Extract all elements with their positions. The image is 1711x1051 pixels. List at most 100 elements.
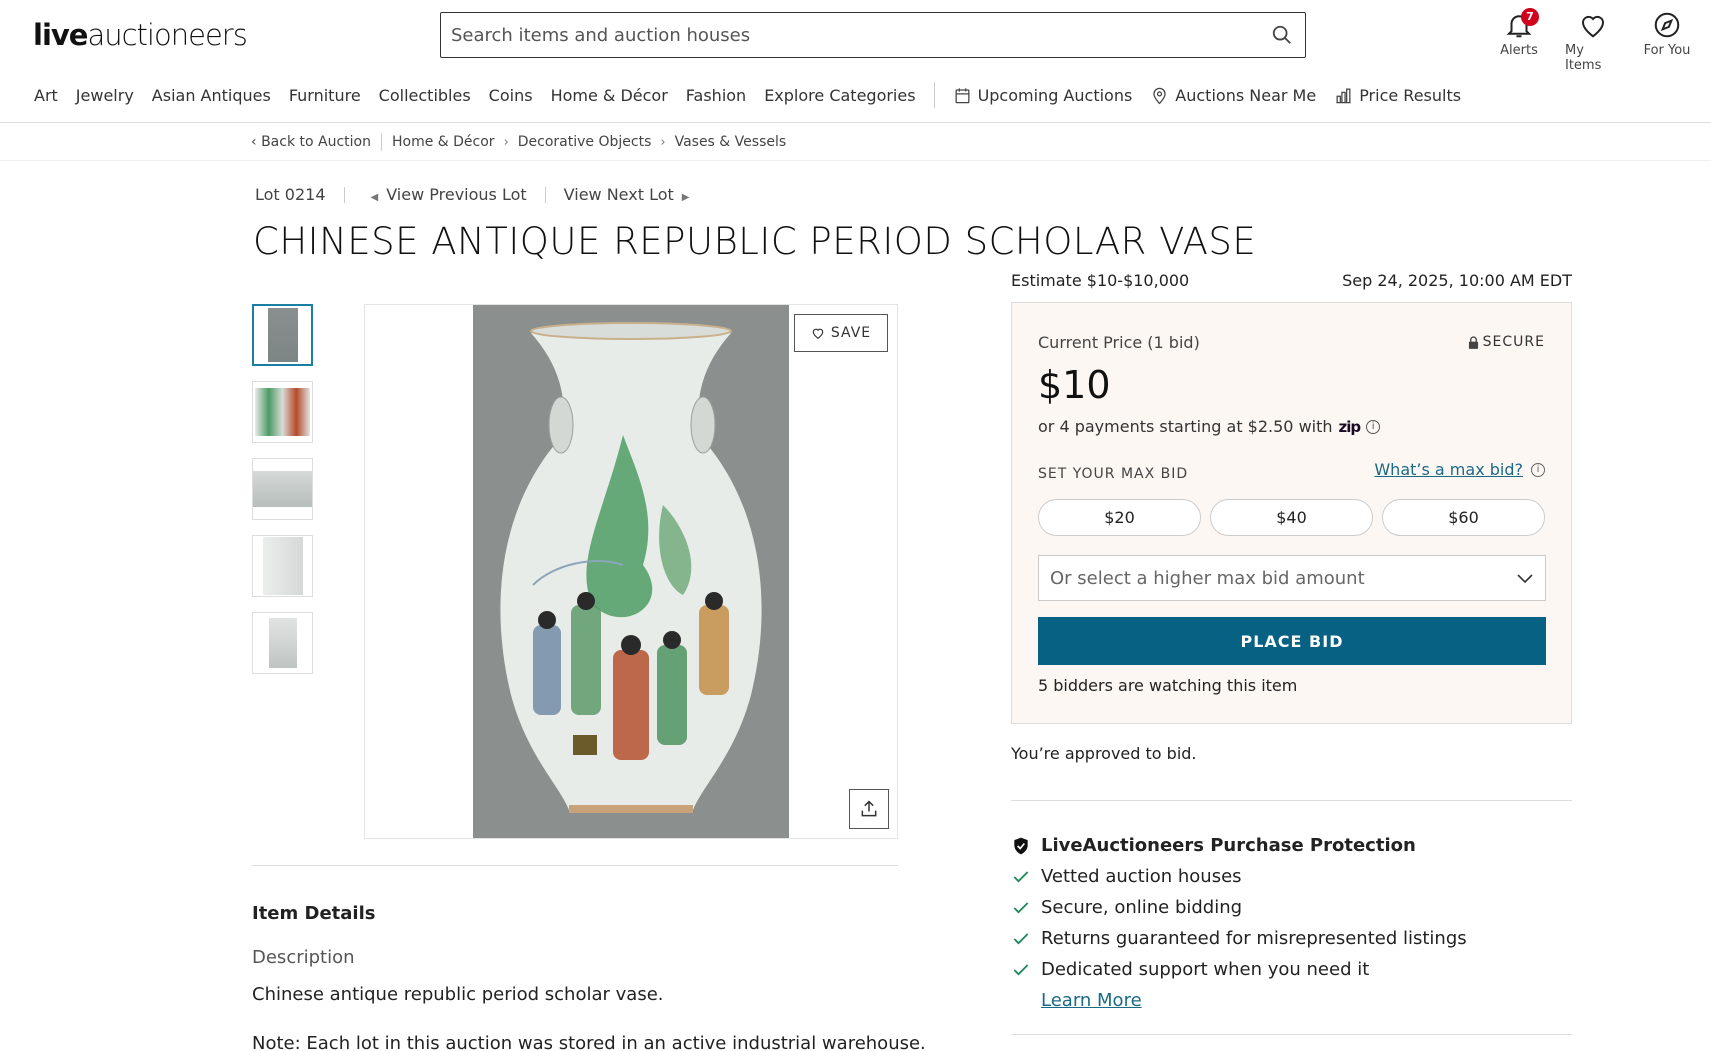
- protection-item: Secure, online bidding: [1011, 892, 1467, 923]
- site-header: liveauctioneers 7 Alerts My Items For Yo…: [0, 0, 1711, 73]
- protection-item: Dedicated support when you need it: [1011, 954, 1467, 985]
- bid-panel: Current Price (1 bid) SECURE $10 or 4 pa…: [1011, 302, 1572, 724]
- nav-item-home-decor[interactable]: Home & Décor: [551, 86, 668, 105]
- nav-near-me-label: Auctions Near Me: [1175, 85, 1317, 105]
- site-logo[interactable]: liveauctioneers: [33, 18, 248, 52]
- alerts-label: Alerts: [1500, 43, 1538, 58]
- bid-amount-button[interactable]: $60: [1382, 499, 1545, 536]
- search-icon[interactable]: [1271, 24, 1293, 46]
- breadcrumb-decorative-objects[interactable]: Decorative Objects: [518, 134, 652, 150]
- shield-check-icon: [1014, 837, 1028, 854]
- place-bid-button[interactable]: PLACE BID: [1038, 617, 1546, 665]
- zip-text: or 4 payments starting at $2.50 with: [1038, 417, 1333, 436]
- chevron-right-icon: ›: [660, 134, 666, 150]
- section-divider: [1011, 800, 1572, 801]
- share-icon: [861, 800, 877, 817]
- save-label: SAVE: [830, 325, 872, 341]
- what-max-bid-link[interactable]: What’s a max bid? i: [1374, 460, 1545, 479]
- protection-item: Vetted auction houses: [1011, 861, 1467, 892]
- triangle-left-icon: ◀: [370, 192, 379, 203]
- next-lot-link[interactable]: View Next Lot ▶: [564, 185, 698, 204]
- lot-navigation: Lot 0214 ◀ View Previous Lot View Next Lo…: [255, 185, 697, 204]
- max-bid-label: SET YOUR MAX BID: [1038, 466, 1189, 482]
- lock-icon: [1468, 335, 1478, 349]
- nav-item-fashion[interactable]: Fashion: [686, 86, 746, 105]
- nav-upcoming-auctions[interactable]: Upcoming Auctions: [953, 85, 1133, 105]
- nav-item-asian-antiques[interactable]: Asian Antiques: [152, 86, 271, 105]
- calendar-icon: [955, 87, 970, 103]
- my-items-button[interactable]: My Items: [1565, 10, 1621, 73]
- nav-item-collectibles[interactable]: Collectibles: [379, 86, 471, 105]
- description-label: Description: [252, 947, 355, 968]
- learn-more-link[interactable]: Learn More: [1041, 990, 1142, 1011]
- watching-count: 5 bidders are watching this item: [1038, 676, 1298, 695]
- vase-photo: [473, 305, 789, 838]
- search-input[interactable]: [441, 13, 1241, 57]
- for-you-label: For You: [1643, 43, 1691, 58]
- approved-message: You’re approved to bid.: [1011, 744, 1197, 763]
- protection-item: Returns guaranteed for misrepresented li…: [1011, 923, 1467, 954]
- section-divider: [1011, 1034, 1572, 1035]
- gallery-divider: [252, 865, 898, 866]
- zip-logo: zip: [1338, 417, 1362, 436]
- breadcrumb: ‹ Back to Auction Home & Décor › Decorat…: [251, 133, 786, 151]
- nav-item-jewelry[interactable]: Jewelry: [76, 86, 134, 105]
- previous-lot-link[interactable]: ◀ View Previous Lot: [363, 185, 527, 204]
- lot-title: CHINESE ANTIQUE REPUBLIC PERIOD SCHOLAR …: [253, 220, 1257, 263]
- main-image-viewer[interactable]: SAVE: [364, 304, 898, 839]
- max-bid-select-placeholder: Or select a higher max bid amount: [1050, 567, 1365, 589]
- info-icon[interactable]: i: [1366, 419, 1381, 434]
- description-note: Note: Each lot in this auction was store…: [252, 1033, 926, 1051]
- check-icon: [1013, 932, 1029, 944]
- vase-illustration: [473, 305, 789, 838]
- share-button[interactable]: [849, 789, 889, 829]
- for-you-button[interactable]: For You: [1639, 10, 1695, 73]
- nav-divider: [933, 82, 935, 108]
- my-items-label: My Items: [1565, 43, 1602, 73]
- item-details-heading: Item Details: [252, 903, 376, 924]
- quick-bid-amounts: $20 $40 $60: [1038, 499, 1545, 536]
- description-text: Chinese antique republic period scholar …: [252, 984, 664, 1005]
- breadcrumb-bar: ‹ Back to Auction Home & Décor › Decorat…: [0, 123, 1711, 161]
- thumbnail[interactable]: [252, 381, 313, 443]
- breadcrumb-home-decor[interactable]: Home & Décor: [392, 134, 495, 150]
- estimate: Estimate $10-$10,000: [1011, 271, 1190, 290]
- nav-upcoming-label: Upcoming Auctions: [977, 85, 1133, 105]
- breadcrumb-vases-vessels[interactable]: Vases & Vessels: [675, 134, 787, 150]
- nav-item-explore-categories[interactable]: Explore Categories: [764, 86, 915, 105]
- nav-item-furniture[interactable]: Furniture: [289, 86, 361, 105]
- thumbnail[interactable]: [252, 304, 313, 366]
- thumbnail[interactable]: [252, 535, 313, 597]
- nav-price-results-label: Price Results: [1359, 85, 1462, 105]
- bar-chart-icon: [1336, 88, 1351, 103]
- info-icon: i: [1531, 462, 1545, 477]
- purchase-protection: LiveAuctioneers Purchase Protection Vett…: [1011, 830, 1467, 1016]
- thumbnail-strip: [252, 304, 313, 689]
- back-to-auction-link[interactable]: ‹ Back to Auction: [251, 134, 371, 150]
- search-bar[interactable]: [440, 12, 1306, 58]
- heart-icon: [812, 328, 824, 339]
- nav-auctions-near-me[interactable]: Auctions Near Me: [1150, 86, 1316, 105]
- protection-title-row: LiveAuctioneers Purchase Protection: [1011, 830, 1467, 861]
- nav-item-art[interactable]: Art: [34, 86, 58, 105]
- save-button[interactable]: SAVE: [794, 314, 888, 352]
- auction-date: Sep 24, 2025, 10:00 AM EDT: [1342, 271, 1572, 290]
- thumbnail[interactable]: [252, 612, 313, 674]
- nav-price-results[interactable]: Price Results: [1334, 86, 1461, 105]
- compass-icon: [1654, 12, 1680, 38]
- chevron-right-icon: ›: [503, 134, 509, 150]
- bid-amount-button[interactable]: $40: [1210, 499, 1373, 536]
- lot-number: Lot 0214: [255, 185, 326, 204]
- current-price-label: Current Price (1 bid): [1038, 333, 1200, 352]
- category-nav: Art Jewelry Asian Antiques Furniture Col…: [34, 80, 1479, 110]
- max-bid-select[interactable]: Or select a higher max bid amount: [1038, 555, 1546, 601]
- alerts-button[interactable]: 7 Alerts: [1491, 8, 1547, 73]
- secure-badge: SECURE: [1468, 334, 1545, 350]
- zip-payments: or 4 payments starting at $2.50 with zip…: [1038, 417, 1381, 436]
- nav-item-coins[interactable]: Coins: [489, 86, 533, 105]
- check-icon: [1013, 901, 1029, 913]
- check-icon: [1013, 963, 1029, 975]
- location-pin-icon: [1153, 87, 1166, 104]
- thumbnail[interactable]: [252, 458, 313, 520]
- bid-amount-button[interactable]: $20: [1038, 499, 1201, 536]
